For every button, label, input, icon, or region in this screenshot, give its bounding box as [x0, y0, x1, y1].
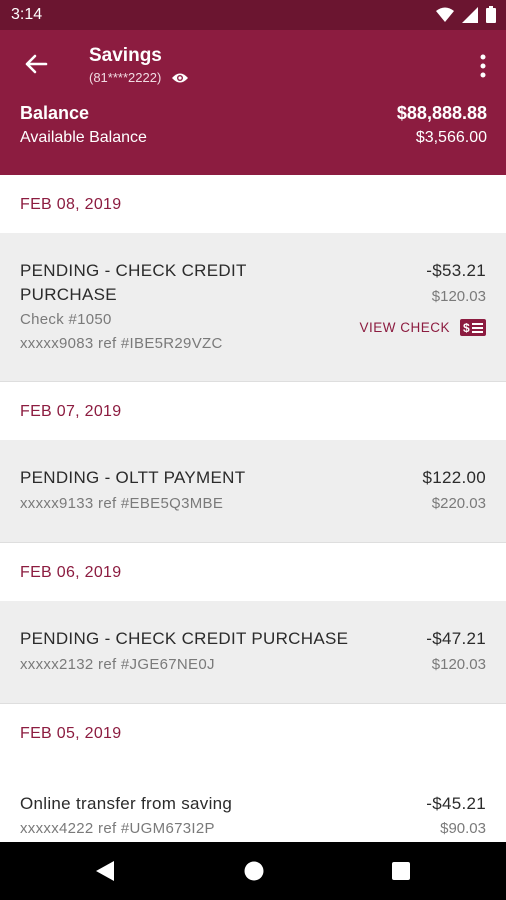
wifi-icon [436, 7, 454, 22]
svg-text:$: $ [463, 321, 470, 335]
battery-icon [486, 6, 496, 23]
eye-icon[interactable] [171, 72, 189, 84]
account-number: (81****2222) [89, 70, 162, 85]
transaction-ref: xxxxx4222 ref #UGM673I2P [20, 820, 215, 837]
running-balance: $90.03 [440, 820, 486, 837]
transaction-row[interactable]: PENDING - CHECK CREDIT PURCHASE Check #1… [0, 233, 506, 382]
transaction-ref: xxxxx9083 ref #IBE5R29VZC [20, 335, 223, 352]
transaction-amount: -$53.21 [426, 261, 486, 280]
date-header: FEB 06, 2019 [0, 543, 506, 601]
check-icon: $ [460, 319, 486, 336]
nav-recents-icon[interactable] [390, 859, 412, 883]
transaction-row[interactable]: PENDING - OLTT PAYMENT xxxxx9133 ref #EB… [0, 440, 506, 543]
nav-home-icon[interactable] [243, 859, 265, 883]
transaction-description: PENDING - CHECK CREDIT PURCHASE [20, 259, 247, 307]
available-balance-label: Available Balance [20, 129, 147, 146]
more-vert-icon[interactable] [478, 52, 488, 80]
transaction-amount: -$45.21 [426, 794, 486, 813]
view-check-button[interactable]: VIEW CHECK $ [359, 319, 486, 336]
nav-back-icon[interactable] [94, 859, 116, 883]
account-number-row: (81****2222) [89, 70, 189, 85]
description-line: PURCHASE [20, 285, 117, 304]
balance-label: Balance [20, 103, 90, 123]
transaction-ref: xxxxx2132 ref #JGE67NE0J [20, 656, 215, 673]
check-number: Check #1050 [20, 311, 112, 328]
status-bar: 3:14 [0, 0, 506, 30]
transaction-row[interactable]: PENDING - CHECK CREDIT PURCHASE xxxxx213… [0, 601, 506, 704]
running-balance: $120.03 [431, 656, 486, 673]
date-header: FEB 07, 2019 [0, 382, 506, 440]
description-line: PENDING - CHECK CREDIT [20, 261, 247, 280]
transaction-description: Online transfer from saving [20, 794, 233, 813]
date-header: FEB 08, 2019 [0, 175, 506, 233]
running-balance: $220.03 [431, 495, 486, 512]
status-time: 3:14 [11, 6, 43, 23]
transaction-list[interactable]: FEB 08, 2019 PENDING - CHECK CREDIT PURC… [0, 175, 506, 842]
status-icons [436, 6, 496, 23]
transaction-row[interactable]: Online transfer from saving xxxxx4222 re… [0, 762, 506, 842]
account-header: Savings (81****2222) Balance $88,888.88 … [0, 30, 506, 175]
page-title: Savings [89, 45, 162, 66]
transaction-description: PENDING - CHECK CREDIT PURCHASE [20, 629, 349, 648]
system-navigation-bar [0, 842, 506, 900]
date-header: FEB 05, 2019 [0, 704, 506, 762]
balance-value: $88,888.88 [396, 103, 487, 123]
transaction-description: PENDING - OLTT PAYMENT [20, 468, 246, 487]
signal-icon [462, 6, 478, 23]
transaction-amount: -$47.21 [426, 629, 486, 648]
view-check-label: VIEW CHECK [359, 320, 450, 335]
back-arrow-icon[interactable] [22, 50, 50, 78]
running-balance: $120.03 [431, 288, 486, 305]
available-balance-value: $3,566.00 [415, 129, 487, 146]
transaction-amount: $122.00 [422, 468, 486, 487]
transaction-ref: xxxxx9133 ref #EBE5Q3MBE [20, 495, 224, 512]
